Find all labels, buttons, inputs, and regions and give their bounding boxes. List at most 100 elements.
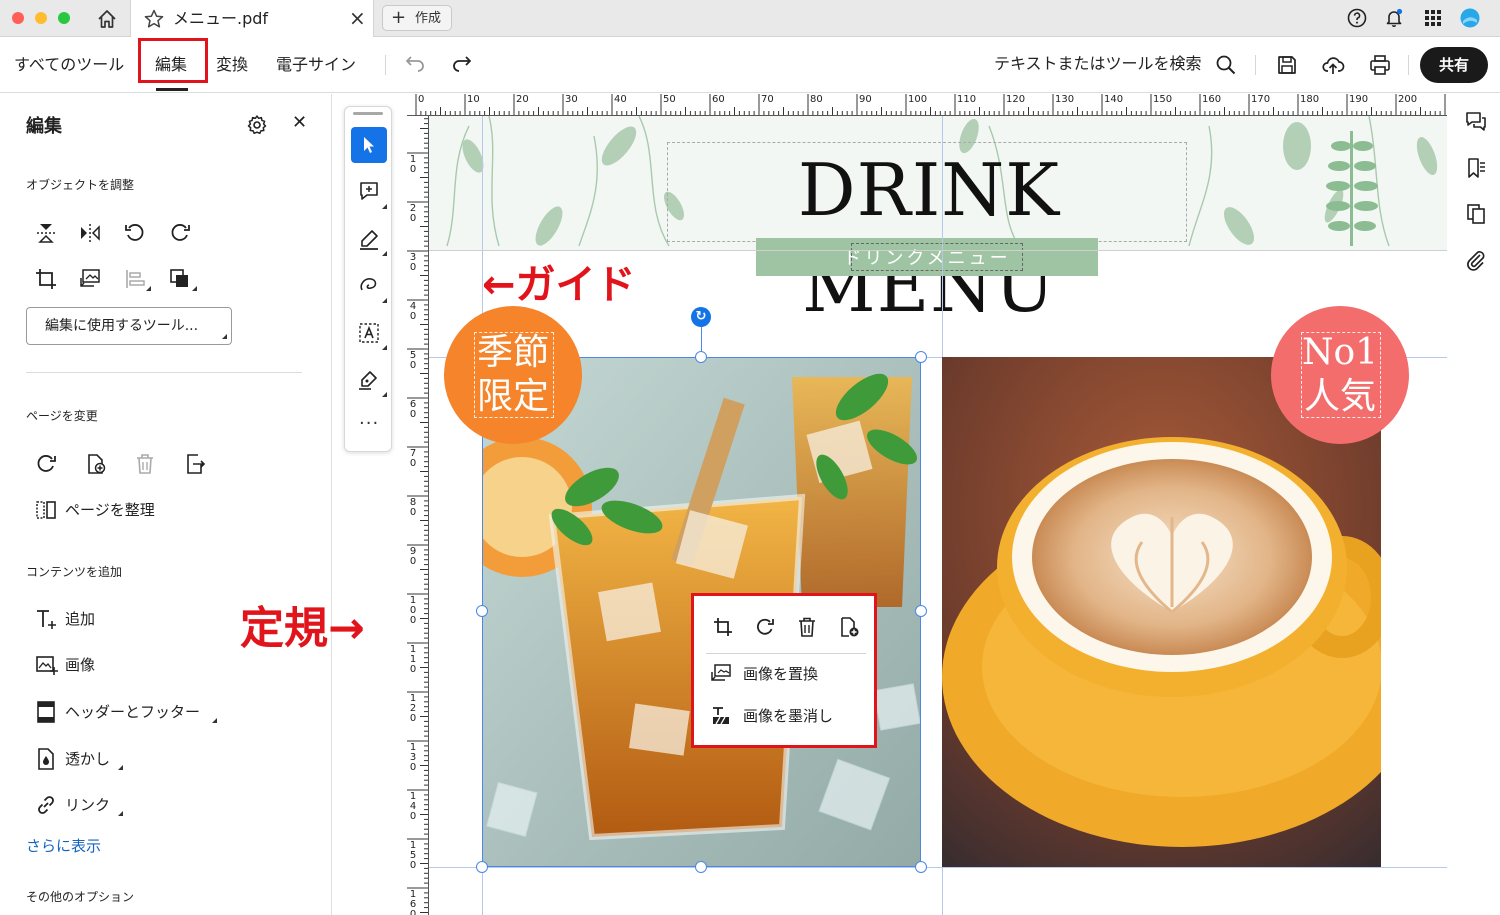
ruler-label: 160 <box>1202 94 1222 105</box>
text-box-icon[interactable] <box>357 321 381 345</box>
share-button[interactable]: 共有 <box>1420 47 1488 83</box>
rotate-handle-icon[interactable]: ↻ <box>691 307 711 327</box>
resize-handle-bottom-right[interactable] <box>915 861 927 873</box>
draw-freehand-icon[interactable] <box>357 274 381 298</box>
resize-handle-right[interactable] <box>915 605 927 617</box>
ruler-label: 0 <box>409 615 417 626</box>
resize-handle-bottom[interactable] <box>695 861 707 873</box>
toolbar-drag-handle[interactable] <box>353 112 383 115</box>
vertical-ruler[interactable]: 102030405060708090100110120130140150160 <box>407 116 429 915</box>
popular-badge-line1: No1 <box>1301 332 1379 373</box>
active-menu-underline <box>156 88 188 91</box>
rotate-right-icon[interactable] <box>754 616 776 638</box>
attachment-icon[interactable] <box>1464 248 1488 272</box>
replace-image-icon[interactable] <box>78 267 102 291</box>
resize-handle-bottom-left[interactable] <box>476 861 488 873</box>
ruler-label: 0 <box>409 360 417 371</box>
dropdown-triangle-icon <box>382 392 387 397</box>
undo-icon[interactable] <box>403 53 427 77</box>
close-panel-icon[interactable]: ✕ <box>292 112 307 133</box>
crop-icon[interactable] <box>34 267 58 291</box>
panel-divider <box>26 372 302 373</box>
image-settings-icon[interactable] <box>838 616 860 638</box>
apps-grid-icon[interactable] <box>1423 8 1443 28</box>
edit-tools-dropdown-label: 編集に使用するツール... <box>45 318 199 334</box>
arrange-objects-icon[interactable] <box>168 267 192 291</box>
notification-bell-icon[interactable] <box>1384 8 1404 28</box>
section-adjust-objects: オブジェクトを調整 <box>26 178 135 192</box>
resize-handle-top[interactable] <box>695 351 707 363</box>
bookmark-icon[interactable] <box>1464 156 1488 180</box>
window-minimize-button[interactable] <box>35 12 47 24</box>
comments-icon[interactable] <box>1464 110 1488 134</box>
home-icon[interactable] <box>96 8 118 30</box>
more-tools-icon[interactable]: ··· <box>359 413 379 434</box>
insert-page-icon[interactable] <box>84 452 108 476</box>
user-avatar-icon[interactable] <box>1460 8 1480 28</box>
select-tool-button[interactable] <box>351 127 387 163</box>
ruler-label: 180 <box>1300 94 1320 105</box>
edit-highlight-box <box>138 38 208 83</box>
add-text-icon <box>37 610 56 629</box>
resize-handle-left[interactable] <box>476 605 488 617</box>
dropdown-triangle-icon <box>192 286 197 291</box>
sign-pen-icon[interactable] <box>357 368 381 392</box>
menu-convert[interactable]: 変換 <box>216 51 248 75</box>
guide-annotation: ←ガイド <box>482 262 636 308</box>
menu-all-tools[interactable]: すべてのツール <box>14 51 124 75</box>
ruler-label: 30 <box>565 94 578 105</box>
menu-title[interactable]: DRINK MENU <box>669 142 1189 328</box>
resize-handle-top-right[interactable] <box>915 351 927 363</box>
edit-tools-dropdown[interactable]: 編集に使用するツール... <box>26 307 232 345</box>
create-tab-button[interactable]: + 作成 <box>382 5 452 31</box>
menu-e-sign[interactable]: 電子サイン <box>276 51 356 75</box>
crop-icon[interactable] <box>712 616 734 638</box>
panel-title: 編集 <box>26 116 62 137</box>
seasonal-badge[interactable]: 季節 限定 <box>444 306 582 444</box>
show-more-link[interactable]: さらに表示 <box>26 835 101 856</box>
delete-page-icon <box>137 454 153 474</box>
document-page[interactable]: DRINK MENU ドリンクメニュー ↻ 季節 限定 No1 人気 <box>429 116 1447 915</box>
horizontal-guide[interactable] <box>429 867 1447 868</box>
rotate-page-icon[interactable] <box>34 452 58 476</box>
flip-horizontal-icon[interactable] <box>78 221 102 245</box>
watermark-icon <box>38 748 54 770</box>
search-icon[interactable] <box>1214 53 1238 77</box>
search-tools-label[interactable]: テキストまたはツールを検索 <box>994 50 1202 74</box>
rotate-left-icon[interactable] <box>123 221 147 245</box>
dropdown-triangle-icon <box>118 811 123 816</box>
ruler-label: 0 <box>409 409 417 420</box>
delete-icon[interactable] <box>796 616 818 638</box>
print-icon[interactable] <box>1368 53 1392 77</box>
menu-divider <box>385 55 386 75</box>
cloud-upload-icon[interactable] <box>1321 53 1345 77</box>
document-tab-title: メニュー.pdf <box>173 9 269 28</box>
rotate-right-icon[interactable] <box>168 221 192 245</box>
ruler-label: 40 <box>614 94 627 105</box>
gear-icon[interactable] <box>246 114 268 136</box>
window-zoom-button[interactable] <box>58 12 70 24</box>
horizontal-ruler[interactable]: 0 10 20 30 40 50 60 70 80 90 100 110 120 130 140 150 160… <box>407 94 1447 116</box>
star-icon[interactable] <box>143 8 165 30</box>
save-icon[interactable] <box>1275 53 1299 77</box>
document-tab[interactable]: メニュー.pdf × <box>130 0 374 37</box>
ruler-label: 150 <box>1153 94 1173 105</box>
help-icon[interactable] <box>1347 8 1367 28</box>
tab-bar: メニュー.pdf × + 作成 <box>0 0 1500 37</box>
add-comment-icon[interactable] <box>357 179 381 203</box>
ruler-label: 20 <box>516 94 529 105</box>
ruler-label: 0 <box>409 507 417 518</box>
close-tab-icon[interactable]: × <box>349 8 366 28</box>
ruler-label: 140 <box>1104 94 1124 105</box>
redo-icon[interactable] <box>450 53 474 77</box>
window-close-button[interactable] <box>12 12 24 24</box>
extract-page-icon[interactable] <box>183 452 207 476</box>
ruler-label: 0 <box>409 164 417 175</box>
link-label: リンク <box>65 796 111 814</box>
highlight-pen-icon[interactable] <box>357 227 381 251</box>
add-image-icon <box>36 656 58 675</box>
flip-vertical-icon[interactable] <box>34 221 58 245</box>
ruler-label: 170 <box>1251 94 1271 105</box>
pages-icon[interactable] <box>1464 202 1488 226</box>
popular-badge[interactable]: No1 人気 <box>1271 306 1409 444</box>
